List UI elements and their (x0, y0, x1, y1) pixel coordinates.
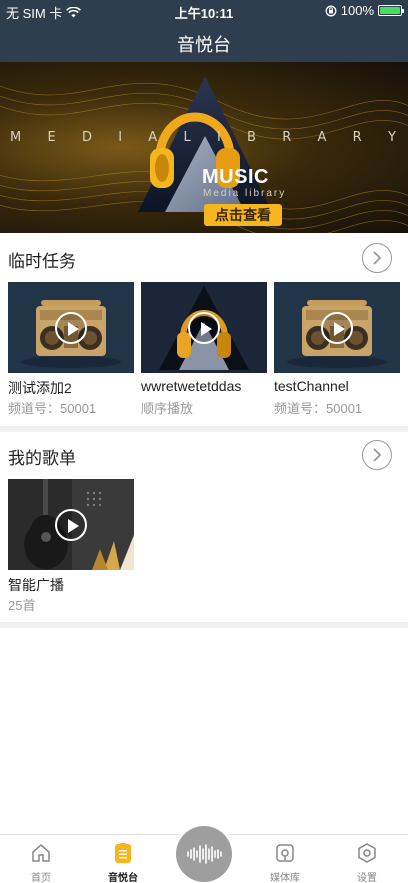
temp-task-card[interactable]: wwretwetetddas 顺序播放 (141, 282, 267, 417)
card-title: testChannel (274, 378, 349, 394)
status-right: 100% (325, 3, 404, 18)
guitar-thumbnail[interactable] (8, 479, 134, 570)
play-icon[interactable] (55, 509, 87, 541)
my-playlists-title: 我的歌单 (8, 449, 76, 468)
section-divider (0, 622, 408, 628)
tab-label: 媒体库 (270, 873, 300, 883)
radio-thumbnail[interactable] (8, 282, 134, 373)
my-playlists-more-button[interactable] (362, 440, 392, 470)
banner-view-button[interactable]: 点击查看 (204, 204, 282, 226)
tab-label: 音悦台 (108, 873, 138, 883)
temp-tasks-more-button[interactable] (362, 243, 392, 273)
orientation-lock-icon (325, 5, 337, 16)
card-subtitle: 频道号：50001 (274, 401, 363, 416)
card-subtitle: 顺序播放 (141, 401, 194, 416)
tab-label: 首页 (31, 873, 51, 883)
banner[interactable]: MEDIALIBRARY MUSIC Media library 点击查看 (0, 62, 408, 233)
page-title: 音悦台 (177, 35, 231, 55)
radio-thumbnail[interactable] (274, 282, 400, 373)
play-icon[interactable] (55, 312, 87, 344)
play-icon[interactable] (321, 312, 353, 344)
tab-label: 设置 (357, 873, 377, 883)
battery-icon (378, 5, 404, 16)
temp-task-card[interactable]: testChannel 频道号：50001 (274, 282, 400, 417)
play-icon[interactable] (188, 312, 220, 344)
playlist-card[interactable]: 智能广播 25首 (8, 479, 134, 614)
temp-tasks-section: 临时任务 测试添加2 频道号：50001 wwretwetetddas 顺序播放… (0, 233, 408, 426)
tab-home[interactable]: 首页 (6, 835, 76, 883)
playlist-icon (115, 843, 131, 863)
banner-music-subtitle: Media library (203, 188, 287, 199)
card-title: 智能广播 (8, 577, 64, 593)
status-bar: 无 SIM 卡 上午10:11 100% (0, 0, 408, 22)
settings-icon (358, 843, 376, 863)
top-bar: 无 SIM 卡 上午10:11 100% 音悦台 (0, 0, 408, 62)
chevron-right-icon (373, 448, 382, 462)
tab-media-library[interactable]: 媒体库 (250, 835, 320, 883)
tab-music-station[interactable]: 音悦台 (88, 835, 158, 883)
waveform-icon (187, 844, 222, 864)
card-title: wwretwetetddas (141, 378, 242, 394)
temp-tasks-title: 临时任务 (8, 252, 76, 271)
tab-settings[interactable]: 设置 (332, 835, 402, 883)
media-library-icon (276, 844, 294, 862)
headphones-thumbnail[interactable] (141, 282, 267, 373)
chevron-right-icon (373, 251, 382, 265)
banner-music-title: MUSIC (202, 166, 269, 188)
battery-percent: 100% (340, 3, 374, 18)
home-icon (32, 844, 50, 862)
card-subtitle: 25首 (8, 598, 36, 613)
card-subtitle: 频道号：50001 (8, 401, 97, 416)
my-playlists-section: 我的歌单 智能广播 25首 (0, 432, 408, 622)
temp-task-card[interactable]: 测试添加2 频道号：50001 (8, 282, 134, 417)
voice-center-button[interactable] (176, 826, 232, 882)
card-title: 测试添加2 (8, 380, 72, 396)
banner-media-library-letters: MEDIALIBRARY (10, 130, 398, 145)
